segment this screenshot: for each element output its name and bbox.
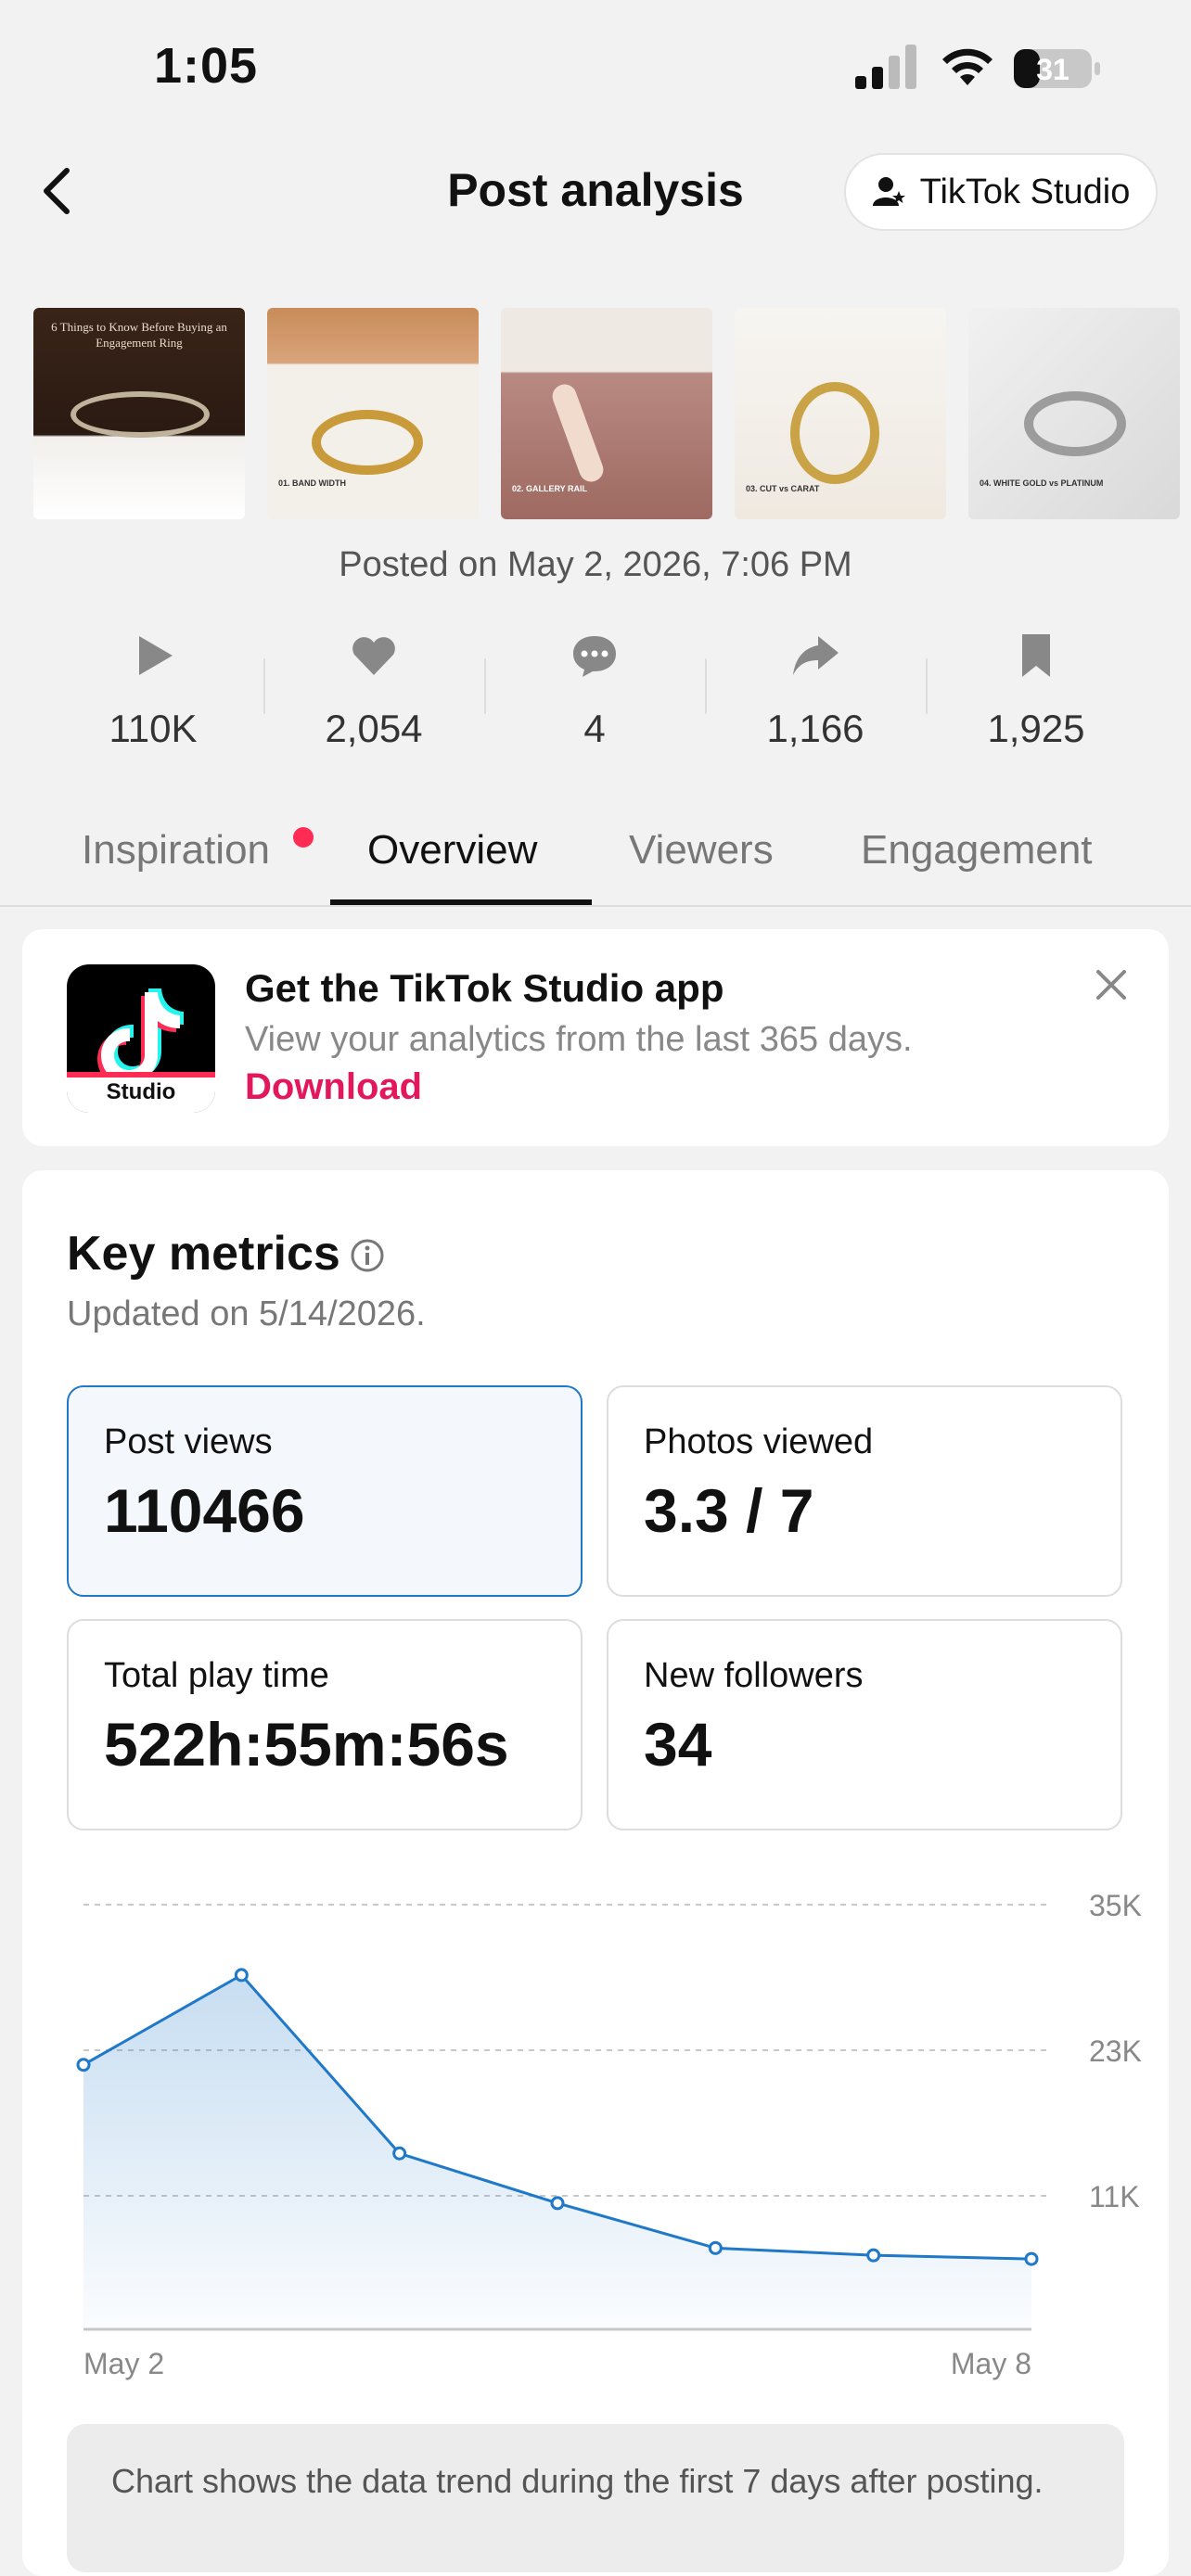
divider	[484, 658, 486, 714]
stat-value: 1,925	[987, 707, 1085, 750]
thumbnail-caption: 03. CUT vs CARAT	[746, 484, 820, 493]
metric-total-play-time[interactable]: Total play time 522h:55m:56s	[67, 1619, 583, 1830]
thumbnail-4[interactable]: 03. CUT vs CARAT	[735, 308, 946, 519]
y-tick-label: 23K	[1089, 2034, 1142, 2068]
metric-label: Post views	[104, 1422, 273, 1461]
tiktok-studio-app-icon: Studio	[67, 964, 215, 1113]
tiktok-studio-button[interactable]: TikTok Studio	[844, 153, 1158, 231]
stat-value: 1,166	[766, 707, 864, 750]
chart-note: Chart shows the data trend during the fi…	[67, 2424, 1124, 2572]
analysis-tabs: Inspiration Overview Viewers Engagement	[0, 807, 1191, 907]
data-point	[550, 2196, 565, 2211]
finger-shape	[548, 380, 608, 486]
thumbnail-caption: 02. GALLERY RAIL	[512, 484, 588, 493]
post-stats: 110K 2,054 4 1,166 1,925	[43, 631, 1146, 751]
stat-value: 4	[583, 707, 606, 750]
download-link[interactable]: Download	[245, 1066, 422, 1108]
play-icon	[139, 636, 173, 675]
data-point	[1024, 2251, 1039, 2266]
promo-title: Get the TikTok Studio app	[245, 966, 724, 1010]
data-point	[392, 2146, 407, 2161]
share-icon	[793, 636, 839, 675]
ring-shape	[312, 410, 423, 475]
studio-person-icon	[872, 177, 905, 206]
tab-engagement[interactable]: Engagement	[861, 827, 1093, 874]
tiktok-studio-label: TikTok Studio	[919, 172, 1131, 211]
comment-icon	[573, 636, 616, 677]
divider	[705, 658, 707, 714]
y-tick-label: 35K	[1089, 1889, 1142, 1922]
metric-post-views[interactable]: Post views 110466	[67, 1385, 583, 1597]
x-tick-label: May 2	[83, 2347, 164, 2380]
x-tick-label: May 8	[951, 2347, 1031, 2380]
thumbnail-caption: 04. WHITE GOLD vs PLATINUM	[980, 478, 1104, 488]
metric-value: 522h:55m:56s	[104, 1710, 509, 1779]
tab-overview[interactable]: Overview	[367, 827, 537, 874]
wifi-icon	[942, 48, 992, 85]
active-tab-indicator	[330, 899, 592, 905]
metric-label: New followers	[644, 1656, 864, 1695]
close-icon[interactable]	[1093, 966, 1130, 1003]
y-tick-label: 11K	[1089, 2180, 1140, 2213]
app-icon-label: Studio	[106, 1079, 176, 1104]
tab-viewers[interactable]: Viewers	[629, 827, 774, 874]
metric-label: Total play time	[104, 1656, 329, 1695]
info-icon[interactable]	[349, 1237, 386, 1274]
divider	[926, 658, 928, 714]
thumbnail-1[interactable]: 6 Things to Know Before Buying an Engage…	[33, 308, 245, 519]
stat-saves: 1,925	[926, 631, 1146, 751]
stat-shares: 1,166	[705, 631, 926, 751]
thumbnail-2[interactable]: 01. BAND WIDTH	[267, 308, 479, 519]
bookmark-icon	[1022, 634, 1050, 677]
stat-value: 110K	[109, 707, 198, 750]
views-trend-chart: 11K 23K 35K May 2 May 8	[76, 1889, 1142, 2380]
metric-value: 110466	[104, 1476, 305, 1545]
posted-date: Posted on May 2, 2026, 7:06 PM	[339, 545, 852, 584]
metric-label: Photos viewed	[644, 1422, 874, 1461]
thumbnail-3[interactable]: 02. GALLERY RAIL	[501, 308, 712, 519]
divider	[263, 658, 265, 714]
stat-value: 2,054	[325, 707, 423, 750]
metric-value: 34	[644, 1710, 712, 1779]
post-thumbnails: 6 Things to Know Before Buying an Engage…	[33, 308, 1180, 519]
metric-value: 3.3 / 7	[644, 1476, 814, 1545]
thumbnail-5[interactable]: 04. WHITE GOLD vs PLATINUM	[968, 308, 1180, 519]
cellular-signal-icon	[855, 45, 916, 89]
metric-photos-viewed[interactable]: Photos viewed 3.3 / 7	[607, 1385, 1122, 1597]
battery-level: 31	[1036, 53, 1069, 86]
data-point	[76, 2058, 91, 2072]
ring-shape	[790, 382, 879, 484]
battery-icon: 31	[1014, 49, 1100, 88]
thumbnail-caption: 01. BAND WIDTH	[278, 478, 347, 488]
data-point	[866, 2248, 881, 2263]
ring-shape	[1024, 391, 1126, 456]
stat-views: 110K	[43, 631, 263, 751]
data-point	[708, 2240, 723, 2255]
promo-subtitle: View your analytics from the last 365 da…	[245, 1020, 913, 1059]
stat-comments: 4	[484, 631, 705, 751]
data-point	[234, 1968, 249, 1983]
notification-dot	[293, 827, 314, 848]
status-time: 1:05	[154, 38, 259, 94]
ring-shape	[70, 391, 210, 438]
stat-likes: 2,054	[263, 631, 484, 751]
metric-new-followers[interactable]: New followers 34	[607, 1619, 1122, 1830]
series-area	[83, 1974, 1031, 2329]
tab-inspiration[interactable]: Inspiration	[82, 827, 270, 874]
heart-icon	[352, 637, 395, 675]
key-metrics-title: Key metrics	[67, 1227, 340, 1281]
updated-date: Updated on 5/14/2026.	[67, 1294, 426, 1333]
thumbnail-caption: 6 Things to Know Before Buying an Engage…	[51, 320, 227, 350]
